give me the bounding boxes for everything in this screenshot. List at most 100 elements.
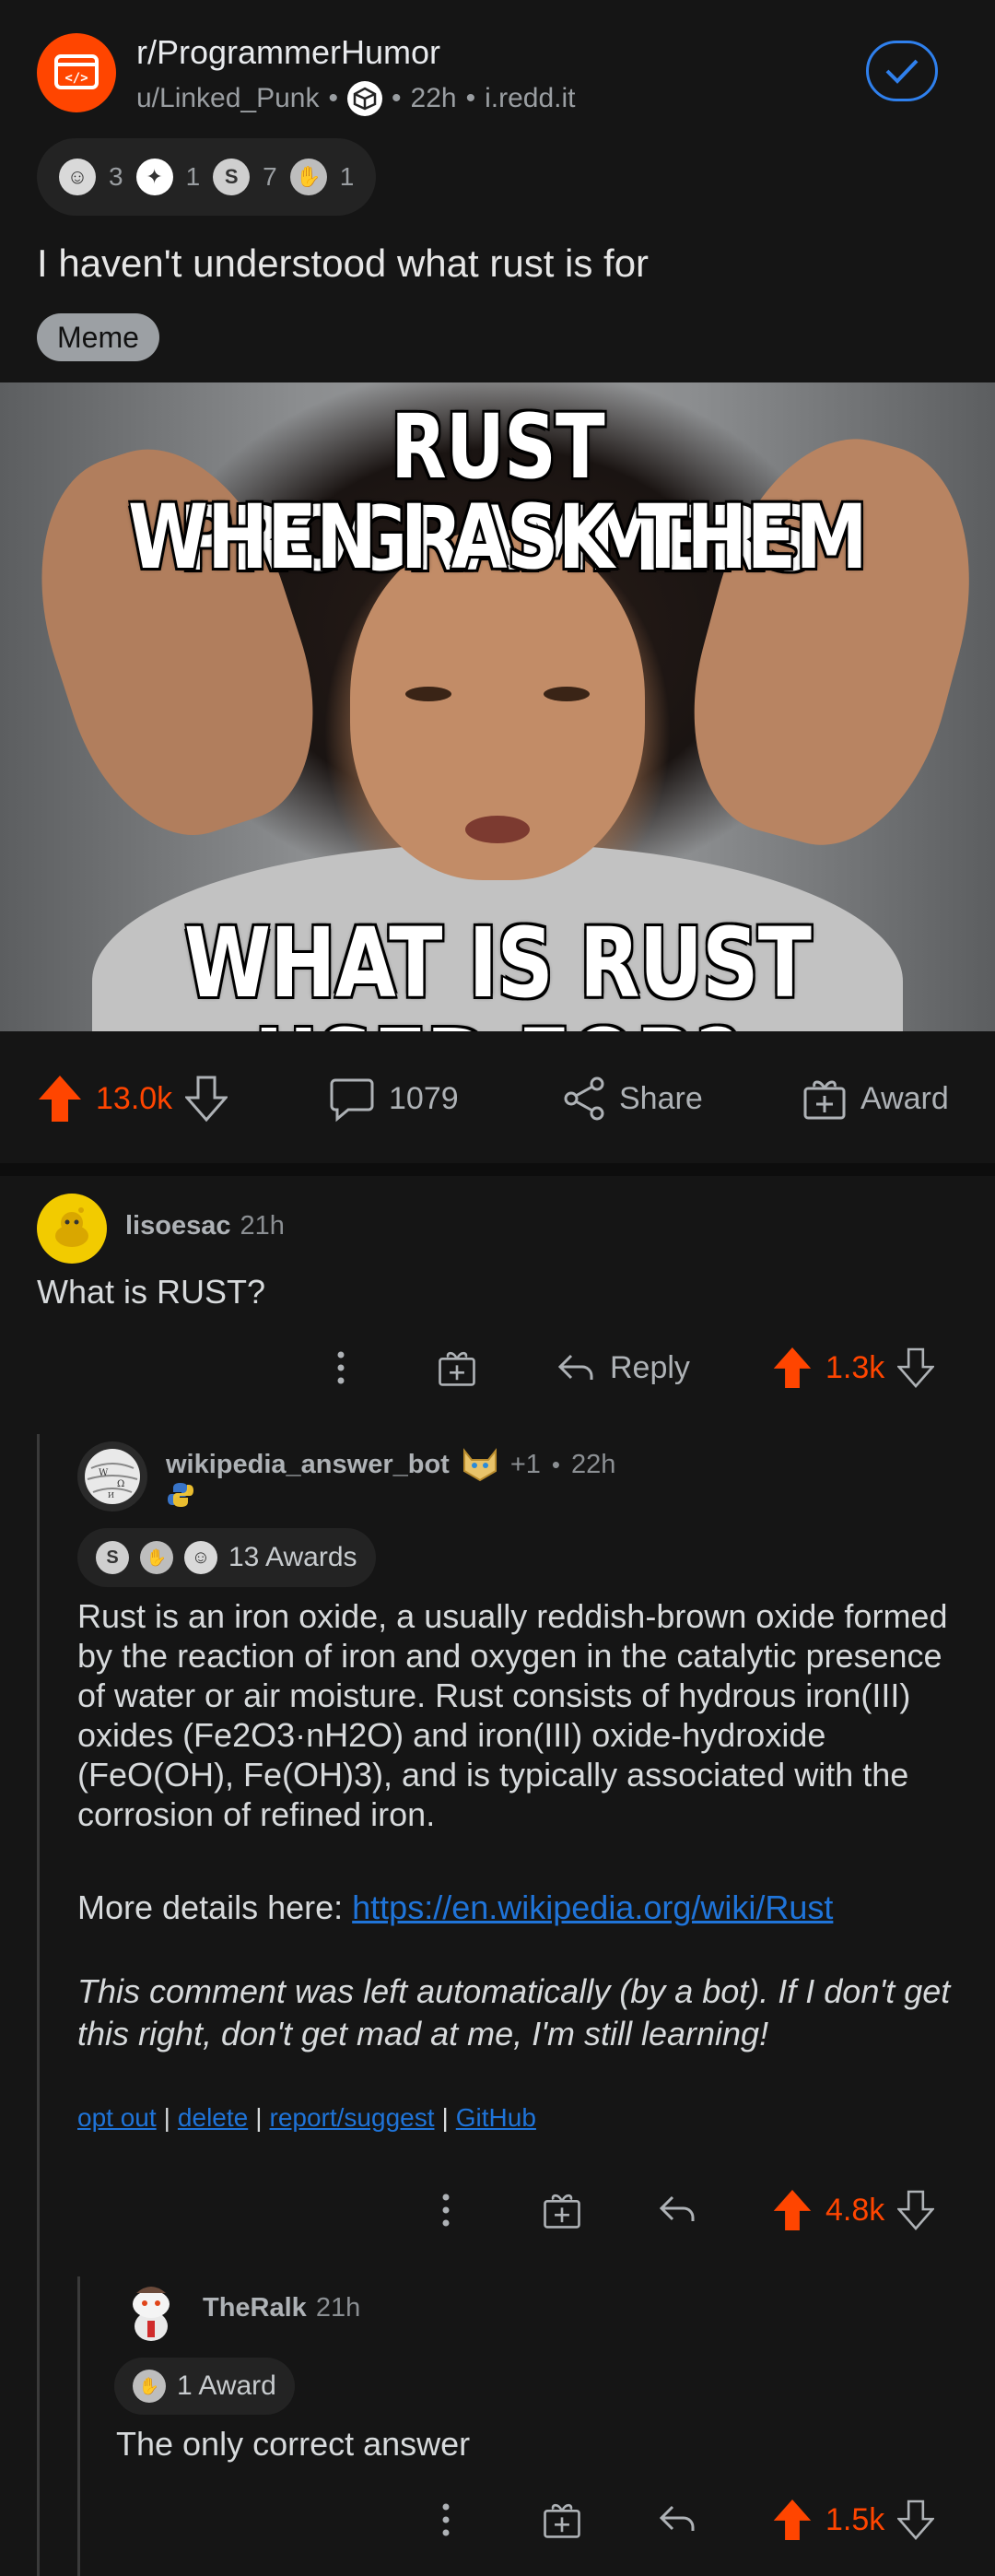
comment-body[interactable]: The only correct answer	[116, 2424, 470, 2464]
comment-header: wikipedia_answer_bot +1 • 22h	[166, 1447, 615, 1482]
snoo-avatar-icon	[133, 2287, 170, 2341]
comment-time: 21h	[315, 2293, 361, 2323]
more-options-icon[interactable]	[437, 2190, 455, 2230]
take-my-energy-award-icon: ✋	[133, 2370, 166, 2403]
github-link[interactable]: GitHub	[456, 2103, 536, 2133]
more-details-label: More details here:	[77, 1888, 353, 1926]
delete-link[interactable]: delete	[178, 2103, 248, 2133]
award-count: 3	[109, 162, 123, 191]
comment-vote-group: 4.8k	[772, 2182, 935, 2238]
meta-separator: •	[465, 83, 476, 113]
comments-button[interactable]: 1079	[328, 1062, 459, 1135]
python-flair-icon	[168, 1483, 193, 1507]
post-vote-count: 13.0k	[96, 1080, 173, 1116]
comment-awards[interactable]: ✋ 1 Award	[114, 2358, 295, 2415]
post-author[interactable]: u/Linked_Punk	[136, 83, 320, 114]
gift-award-icon[interactable]	[437, 1347, 477, 1388]
footer-separator: |	[441, 2103, 449, 2132]
svg-text:Ω: Ω	[117, 1479, 124, 1489]
comment-vote-group: 1.3k	[772, 1340, 935, 1395]
comment-awards[interactable]: S ✋ ☺ 13 Awards	[77, 1528, 376, 1587]
section-divider	[0, 1163, 995, 1176]
upvote-icon[interactable]	[772, 1346, 813, 1390]
comment-username[interactable]: lisoesac	[125, 1211, 230, 1241]
comment-count: 1079	[389, 1080, 459, 1116]
downvote-icon[interactable]	[897, 2499, 935, 2541]
footer-separator: |	[255, 2103, 263, 2132]
meta-separator: •	[551, 1450, 561, 1478]
award-count: 1	[185, 162, 201, 191]
upvote-icon[interactable]	[772, 2188, 813, 2232]
silver-award-icon: S	[96, 1541, 129, 1574]
meta-separator: •	[392, 83, 402, 113]
meta-separator: •	[328, 83, 339, 113]
unity-flair-icon	[347, 81, 383, 116]
reply-arrow-icon[interactable]	[658, 2194, 696, 2225]
gift-award-icon[interactable]	[542, 2500, 582, 2540]
comment-bubble-icon	[330, 1078, 374, 1123]
user-avatar[interactable]	[114, 2275, 188, 2348]
more-options-icon[interactable]	[332, 1347, 350, 1388]
silver-award-icon: S	[213, 159, 251, 195]
reply-arrow-icon[interactable]	[658, 2503, 696, 2535]
snoo-avatar-icon	[55, 1207, 88, 1247]
reply-button[interactable]: Reply	[556, 1340, 690, 1395]
post-image[interactable]: RUST PROGRAMMERS WHEN I ASK THEM WHAT IS…	[0, 382, 995, 1031]
svg-text:И: И	[108, 1491, 114, 1500]
comment-body[interactable]: What is RUST?	[37, 1272, 265, 1312]
post-age: 22h	[410, 83, 457, 113]
comment-actions: 4.8k	[0, 2182, 995, 2238]
wholesome-award-icon: ☺	[59, 159, 96, 195]
downvote-icon[interactable]	[897, 1347, 935, 1389]
comment-header: TheRalk 21h	[203, 2293, 360, 2323]
bot-footer-links: opt out | delete | report/suggest | GitH…	[77, 2103, 536, 2133]
wikipedia-globe-icon: WΩИ	[85, 1449, 140, 1504]
wikipedia-link[interactable]: https://en.wikipedia.org/wiki/Rust	[352, 1888, 833, 1926]
post-domain[interactable]: i.redd.it	[485, 83, 575, 114]
post-flair[interactable]: Meme	[37, 313, 159, 361]
user-avatar[interactable]	[37, 1194, 107, 1264]
bot-disclaimer: This comment was left automatically (by …	[77, 1972, 951, 2053]
svg-text:</>: </>	[64, 71, 88, 86]
post-title[interactable]: I haven't understood what rust is for	[37, 241, 649, 286]
upvote-icon[interactable]	[772, 2498, 813, 2542]
opt-out-link[interactable]: opt out	[77, 2103, 157, 2133]
comment-username[interactable]: wikipedia_answer_bot	[166, 1450, 450, 1480]
footer-separator: |	[163, 2103, 170, 2132]
awards-label: 13 Awards	[228, 1542, 357, 1572]
report-suggest-link[interactable]: report/suggest	[270, 2103, 435, 2133]
more-details-line: More details here: https://en.wikipedia.…	[77, 1888, 977, 1927]
award-button[interactable]: Award	[802, 1062, 949, 1135]
meme-figure-eye-left	[405, 687, 451, 701]
join-check-button[interactable]	[866, 41, 938, 101]
helpful-award-icon: ✦	[135, 159, 173, 195]
meme-figure-mouth	[465, 816, 530, 843]
svg-text:W: W	[99, 1468, 109, 1478]
comment-body[interactable]: Rust is an iron oxide, a usually reddish…	[77, 1596, 977, 1834]
share-button[interactable]: Share	[562, 1062, 703, 1135]
comment-time: 21h	[240, 1211, 285, 1241]
more-options-icon[interactable]	[437, 2500, 455, 2540]
thread-line[interactable]	[37, 1434, 40, 2576]
user-avatar[interactable]: WΩИ	[77, 1441, 147, 1511]
post-meta: u/Linked_Punk • • 22h • i.redd.it	[136, 81, 576, 116]
subreddit-avatar[interactable]: </>	[37, 33, 116, 112]
gift-award-icon[interactable]	[542, 2190, 582, 2230]
comment-username[interactable]: TheRalk	[203, 2293, 307, 2323]
award-label: Award	[860, 1080, 949, 1116]
comment-vote-count: 1.5k	[825, 2501, 885, 2537]
gift-award-icon	[803, 1080, 846, 1120]
share-label: Share	[619, 1080, 703, 1116]
comment-actions: Reply 1.3k	[0, 1340, 995, 1395]
upvote-icon[interactable]	[37, 1074, 83, 1123]
award-count: 7	[263, 162, 277, 191]
award-count: 1	[339, 162, 355, 191]
post-action-bar: 13.0k 1079 Share Award	[0, 1062, 995, 1135]
take-my-energy-award-icon: ✋	[289, 159, 327, 195]
downvote-icon[interactable]	[185, 1075, 228, 1123]
wholesome-award-icon: ☺	[184, 1541, 217, 1574]
subreddit-name[interactable]: r/ProgrammerHumor	[136, 33, 440, 72]
post-awards[interactable]: ☺ 3 ✦ 1 S 7 ✋ 1	[37, 138, 377, 216]
comment-vote-count: 4.8k	[825, 2192, 885, 2228]
downvote-icon[interactable]	[897, 2189, 935, 2231]
